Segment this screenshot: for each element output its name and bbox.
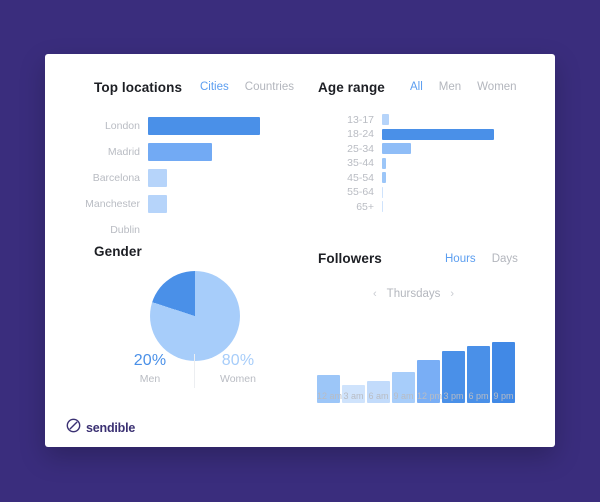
bar-track	[148, 221, 260, 239]
followers-axis-labels: 12 am 3 am 6 am 9 am 12 pm 3 pm 6 pm 9 pm	[317, 391, 515, 401]
bar-track	[382, 114, 494, 125]
column-axis-label: 3 pm	[443, 391, 464, 401]
bar-row: London	[78, 117, 260, 135]
bar-category-label: Dublin	[110, 224, 140, 236]
bar-track	[382, 143, 494, 154]
women-label: Women	[220, 373, 256, 385]
bar-row: 35-44	[330, 157, 494, 169]
bar-track	[382, 157, 494, 169]
column-axis-label: 12 am	[317, 391, 343, 401]
men-label: Men	[139, 373, 161, 385]
bar-fill	[382, 157, 387, 169]
bar-category-label: Barcelona	[92, 172, 140, 184]
bar-row: Manchester	[78, 195, 260, 213]
top-locations-tabs: Cities Countries	[200, 81, 294, 93]
panel-followers: Followers	[318, 251, 382, 266]
legend-men: 20% Men	[106, 352, 194, 385]
tab-men[interactable]: Men	[439, 81, 461, 93]
bar-fill	[148, 169, 168, 187]
bar-track	[148, 117, 260, 135]
followers-title: Followers	[318, 251, 382, 266]
women-percent: 80%	[221, 352, 255, 369]
bar-track	[382, 186, 494, 198]
chevron-right-icon[interactable]: ›	[450, 288, 454, 300]
bar-category-label: 35-44	[347, 157, 374, 169]
bar-row: 45-54	[330, 171, 494, 184]
bar-fill	[382, 114, 389, 125]
bar-row: Barcelona	[78, 169, 260, 187]
bar-row: 18-24	[330, 128, 494, 140]
age-range-tabs: All Men Women	[410, 81, 517, 93]
sendible-circle-slash-icon	[66, 418, 81, 438]
bar-category-label: 45-54	[347, 171, 374, 184]
bar-category-label: 25-34	[347, 142, 374, 155]
column-axis-label: 9 am	[393, 391, 414, 401]
followers-day-nav: ‹ Thursdays ›	[373, 288, 454, 300]
bar-fill	[382, 186, 384, 198]
bar-fill	[382, 172, 387, 183]
age-range-chart: 13-17 18-24 25-34 35-44 45-54 55-64 65+	[330, 114, 494, 216]
bar-fill	[382, 128, 494, 140]
gender-title: Gender	[94, 244, 142, 259]
bar-track	[382, 201, 494, 212]
bar-track	[148, 195, 260, 213]
day-name-label: Thursdays	[386, 288, 441, 300]
column-axis-label: 9 pm	[493, 391, 514, 401]
bar-track	[148, 169, 260, 187]
bar-category-label: 18-24	[347, 128, 374, 140]
panel-gender: Gender	[94, 244, 142, 259]
bar-track	[382, 128, 494, 140]
bar-category-label: 65+	[356, 200, 374, 213]
tab-cities[interactable]: Cities	[200, 81, 229, 93]
bar-category-label: Madrid	[107, 146, 140, 158]
bar-category-label: London	[104, 120, 140, 132]
bar-row: 65+	[330, 200, 494, 213]
column-axis-label: 6 pm	[468, 391, 489, 401]
tab-countries[interactable]: Countries	[245, 81, 294, 93]
top-locations-title: Top locations	[94, 80, 183, 95]
bar-category-label: 55-64	[347, 186, 374, 198]
column-axis-label: 6 am	[368, 391, 389, 401]
column-axis-label: 3 am	[343, 391, 364, 401]
panel-age-range: Age range	[318, 80, 385, 95]
tab-women[interactable]: Women	[477, 81, 516, 93]
tab-hours[interactable]: Hours	[445, 253, 476, 265]
age-range-title: Age range	[318, 80, 385, 95]
top-locations-chart: London Madrid Barcelona Manchester Dublin	[78, 117, 260, 247]
bar-row: 55-64	[330, 186, 494, 198]
bar-row: Dublin	[78, 221, 260, 239]
bar-row: 13-17	[330, 113, 494, 126]
bar-row: Madrid	[78, 143, 260, 161]
tab-all[interactable]: All	[410, 81, 423, 93]
legend-women: 80% Women	[194, 352, 282, 388]
gender-legend: 20% Men 80% Women	[106, 352, 282, 388]
bar-fill	[148, 195, 168, 213]
bar-row: 25-34	[330, 142, 494, 155]
bar-fill	[382, 201, 384, 212]
sendible-logo: sendible	[66, 418, 135, 438]
followers-tabs: Hours Days	[445, 253, 518, 265]
panel-top-locations: Top locations	[94, 80, 182, 95]
men-percent: 20%	[133, 352, 167, 369]
tab-days[interactable]: Days	[492, 253, 518, 265]
column-axis-label: 12 pm	[417, 391, 443, 401]
bar-fill	[148, 143, 212, 161]
bar-category-label: 13-17	[347, 113, 374, 126]
bar-fill	[148, 117, 260, 135]
bar-fill	[382, 143, 412, 154]
bar-track	[382, 172, 494, 183]
sendible-wordmark: sendible	[86, 421, 136, 435]
gender-pie	[150, 271, 240, 361]
gender-pie-chart	[150, 271, 240, 361]
bar-track	[148, 143, 260, 161]
screenshot-stage: Top locations Cities Countries London Mad…	[0, 0, 600, 502]
bar-category-label: Manchester	[85, 198, 140, 210]
chevron-left-icon[interactable]: ‹	[373, 288, 377, 300]
analytics-card: Top locations Cities Countries London Mad…	[45, 54, 555, 447]
